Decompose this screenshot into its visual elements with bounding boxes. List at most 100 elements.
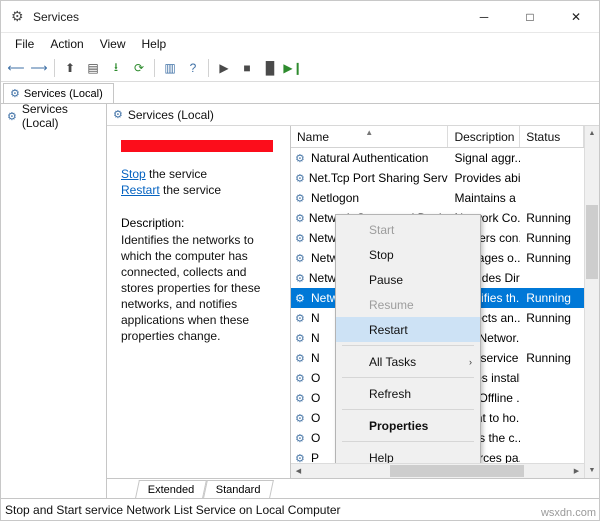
- maximize-button[interactable]: □: [507, 1, 553, 33]
- stop-service-line: Stop the service: [121, 166, 282, 182]
- restart-service-link[interactable]: Restart: [121, 183, 160, 197]
- restart-service-button[interactable]: ▶❙: [282, 57, 304, 79]
- column-header-status[interactable]: Status: [520, 126, 584, 147]
- results-pane: ⚙ Services (Local) Stop the service Rest…: [107, 104, 599, 498]
- scroll-up-button[interactable]: ▲: [585, 126, 599, 141]
- minimize-button[interactable]: ─: [461, 1, 507, 33]
- horizontal-scrollbar[interactable]: ◀ ▶: [291, 463, 584, 478]
- row-name-text: Natural Authentication: [311, 151, 428, 165]
- row-description-cell: Maintains a ...: [448, 191, 520, 205]
- results-pane-header: ⚙ Services (Local): [107, 104, 599, 126]
- tab-standard[interactable]: Standard: [204, 480, 274, 498]
- service-icon: ⚙: [295, 212, 305, 225]
- console-tab-services-local[interactable]: ⚙ Services (Local): [3, 83, 114, 103]
- service-icon: ⚙: [295, 412, 307, 425]
- menu-file[interactable]: File: [7, 35, 42, 53]
- tab-extended[interactable]: Extended: [135, 480, 207, 498]
- refresh-button[interactable]: ⟳: [128, 57, 150, 79]
- service-icon: ⚙: [295, 372, 307, 385]
- chevron-right-icon: ›: [469, 357, 472, 367]
- stop-service-button[interactable]: ■: [236, 57, 258, 79]
- service-icon: ⚙: [295, 192, 307, 205]
- service-details-pane: Stop the service Restart the service Des…: [107, 126, 291, 478]
- window-title: Services: [33, 10, 461, 24]
- service-icon: ⚙: [295, 272, 305, 285]
- row-name-cell: ⚙Net.Tcp Port Sharing Service: [291, 171, 448, 185]
- description-label: Description:: [121, 216, 282, 230]
- list-header-row: Name ▲ Description Status: [291, 126, 584, 148]
- context-menu-item-pause[interactable]: Pause: [336, 267, 480, 292]
- service-icon: ⚙: [295, 432, 307, 445]
- results-pane-title: Services (Local): [128, 108, 214, 122]
- row-name-text: O: [311, 431, 320, 445]
- start-service-button[interactable]: ▶: [213, 57, 235, 79]
- column-header-description[interactable]: Description: [448, 126, 520, 147]
- context-menu-item-restart[interactable]: Restart: [336, 317, 480, 342]
- menu-help[interactable]: Help: [134, 35, 175, 53]
- scroll-down-button[interactable]: ▼: [585, 463, 599, 478]
- toolbar-separator-2: [154, 59, 155, 77]
- stop-service-suffix: the service: [146, 167, 207, 181]
- table-row[interactable]: ⚙Net.Tcp Port Sharing Service Provides a…: [291, 168, 584, 188]
- pause-service-button[interactable]: ▐▌: [259, 57, 281, 79]
- row-status-cell: Running: [520, 251, 584, 265]
- row-status-cell: Running: [520, 231, 584, 245]
- service-name-redaction: [121, 140, 273, 152]
- row-name-text: O: [311, 391, 320, 405]
- context-menu-item-stop[interactable]: Stop: [336, 242, 480, 267]
- restart-service-suffix: the service: [160, 183, 221, 197]
- forward-button[interactable]: ⟶: [28, 57, 50, 79]
- properties-button[interactable]: ▥: [159, 57, 181, 79]
- row-name-cell: ⚙ Natural Authentication: [291, 151, 448, 165]
- row-name-text: N: [311, 351, 320, 365]
- status-bar-text: Stop and Start service Network List Serv…: [5, 503, 340, 517]
- row-status-cell: Running: [520, 311, 584, 325]
- status-bar: Stop and Start service Network List Serv…: [1, 498, 599, 520]
- up-one-level-button[interactable]: ⬆: [59, 57, 81, 79]
- service-icon: ⚙: [295, 252, 307, 265]
- sort-ascending-icon: ▲: [365, 128, 373, 137]
- column-header-name[interactable]: Name ▲: [291, 126, 448, 147]
- services-app-icon: ⚙: [11, 9, 27, 25]
- export-list-button[interactable]: ⭳: [105, 57, 127, 79]
- close-button[interactable]: ✕: [553, 1, 599, 33]
- column-header-name-label: Name: [297, 130, 329, 144]
- gear-icon: ⚙: [10, 87, 20, 100]
- service-icon: ⚙: [295, 392, 307, 405]
- context-menu-separator-1: [342, 345, 474, 346]
- vertical-scrollbar[interactable]: ▲ ▼: [584, 126, 599, 478]
- menu-action[interactable]: Action: [42, 35, 91, 53]
- vertical-scroll-track[interactable]: [585, 141, 599, 463]
- context-menu-item-start: Start: [336, 217, 480, 242]
- context-menu: Start Stop Pause Resume Restart All Task…: [335, 214, 481, 463]
- table-row[interactable]: ⚙Netlogon Maintains a ...: [291, 188, 584, 208]
- row-name-text: N: [311, 331, 320, 345]
- context-menu-item-all-tasks[interactable]: All Tasks ›: [336, 349, 480, 374]
- service-icon: ⚙: [295, 232, 305, 245]
- row-name-text: O: [311, 411, 320, 425]
- view-tabs: Extended Standard: [107, 478, 599, 498]
- services-list-pane: Name ▲ Description Status ⚙ Natural Authe…: [291, 126, 584, 478]
- column-header-status-label: Status: [526, 130, 560, 144]
- scroll-left-button[interactable]: ◀: [291, 464, 306, 478]
- help-button[interactable]: ?: [182, 57, 204, 79]
- services-rows: ⚙Natural Authentication Signal aggr... ⚙…: [291, 148, 584, 463]
- stop-service-link[interactable]: Stop: [121, 167, 146, 181]
- back-button[interactable]: ⟵: [5, 57, 27, 79]
- vertical-scroll-thumb[interactable]: [586, 205, 598, 279]
- show-hide-tree-button[interactable]: ▤: [82, 57, 104, 79]
- horizontal-scroll-thumb[interactable]: [390, 465, 524, 477]
- tree-root-item[interactable]: ⚙ Services (Local): [1, 104, 106, 126]
- toolbar-separator-3: [208, 59, 209, 77]
- table-row[interactable]: ⚙Natural Authentication Signal aggr...: [291, 148, 584, 168]
- row-name-text: Net.Tcp Port Sharing Service: [309, 171, 449, 185]
- service-icon: ⚙: [295, 152, 307, 165]
- horizontal-scroll-track[interactable]: [306, 464, 569, 478]
- context-menu-item-help[interactable]: Help: [336, 445, 480, 463]
- menu-view[interactable]: View: [92, 35, 134, 53]
- context-menu-item-properties[interactable]: Properties: [336, 413, 480, 438]
- scroll-right-button[interactable]: ▶: [569, 464, 584, 478]
- toolbar: ⟵ ⟶ ⬆ ▤ ⭳ ⟳ ▥ ? ▶ ■ ▐▌ ▶❙: [1, 55, 599, 82]
- context-menu-item-refresh[interactable]: Refresh: [336, 381, 480, 406]
- service-icon: ⚙: [295, 452, 307, 464]
